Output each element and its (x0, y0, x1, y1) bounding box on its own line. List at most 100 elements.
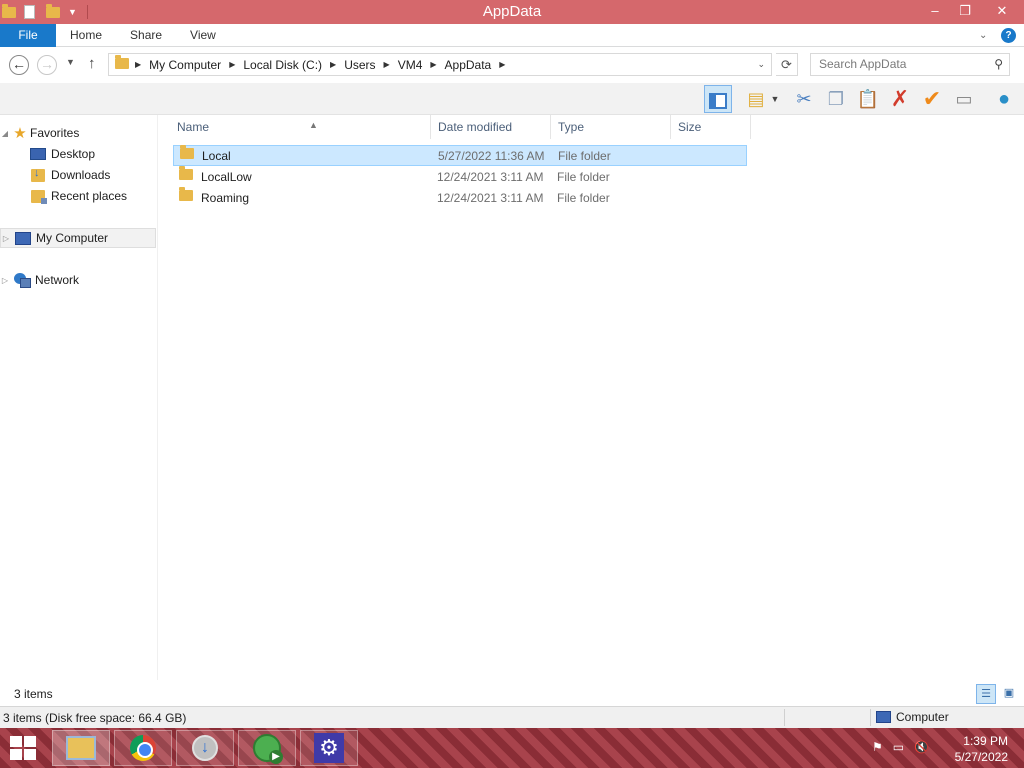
details-view-icon: ☰ (981, 688, 991, 700)
properties-button[interactable]: ▭ (950, 85, 978, 113)
search-input[interactable]: Search AppData ⚲ (810, 53, 1010, 76)
volume-muted-icon[interactable]: 🔇 (914, 740, 929, 754)
file-type: File folder (557, 169, 610, 184)
clipboard-icon: 📋 (856, 89, 880, 109)
sidebar-item-recent-places[interactable]: Recent places (0, 186, 156, 206)
expand-chevron-icon[interactable]: ▷ (0, 276, 10, 285)
address-bar[interactable]: ▶ My Computer ▶ Local Disk (C:) ▶ Users … (108, 53, 772, 76)
location-label: Computer (896, 710, 949, 724)
start-button[interactable] (10, 736, 38, 760)
sidebar-item-label: Network (35, 273, 80, 287)
address-history-chevron-icon[interactable]: ⌄ (757, 59, 765, 70)
delete-x-icon: ✗ (890, 86, 910, 111)
refresh-button[interactable]: ⟳ (776, 53, 798, 76)
computer-icon (15, 231, 31, 245)
folder-options-dropdown[interactable]: ▼ (768, 85, 782, 113)
search-placeholder: Search AppData (819, 57, 907, 71)
clock-date: 5/27/2022 (954, 750, 1008, 764)
restore-button[interactable]: ❐ (950, 0, 980, 22)
copy-button[interactable]: ❐ (822, 85, 850, 113)
column-header-type[interactable]: Type (552, 115, 671, 139)
delete-button[interactable]: ✗ (886, 85, 914, 113)
column-header-label: Size (678, 120, 702, 134)
downloads-icon (31, 167, 45, 182)
breadcrumb-appdata[interactable]: AppData (445, 58, 492, 72)
table-row[interactable]: Roaming 12/24/2021 3:11 AM File folder (173, 187, 747, 208)
breadcrumb-separator-icon[interactable]: ▶ (229, 60, 235, 69)
network-status-icon[interactable]: ▭ (893, 740, 904, 754)
taskbar-settings[interactable]: ⚙ (300, 730, 358, 766)
column-header-name[interactable]: Name ▲ (171, 115, 431, 139)
breadcrumb-separator-icon[interactable]: ▶ (384, 60, 390, 69)
back-button[interactable]: ← (9, 55, 29, 75)
column-header-size[interactable]: Size (672, 115, 751, 139)
column-header-date-modified[interactable]: Date modified (432, 115, 551, 139)
help-icon[interactable]: ? (1001, 28, 1016, 43)
network-icon (14, 273, 31, 288)
rename-button[interactable]: ✔ (918, 85, 946, 113)
sidebar-item-downloads[interactable]: Downloads (0, 165, 156, 185)
breadcrumb-vm4[interactable]: VM4 (398, 58, 423, 72)
clock[interactable]: 1:39 PM 5/27/2022 (955, 733, 1008, 765)
window-title: AppData (482, 3, 542, 20)
taskbar-file-explorer[interactable] (52, 730, 110, 766)
breadcrumb-separator-icon[interactable]: ▶ (330, 60, 336, 69)
breadcrumb-my-computer[interactable]: My Computer (149, 58, 221, 72)
tab-home[interactable]: Home (56, 24, 116, 47)
action-center-flag-icon[interactable]: ⚑ (872, 740, 883, 754)
quick-access-toolbar: ▼ (0, 0, 88, 24)
breadcrumb-local-disk[interactable]: Local Disk (C:) (243, 58, 322, 72)
table-row[interactable]: LocalLow 12/24/2021 3:11 AM File folder (173, 166, 747, 187)
sidebar-item-label: Favorites (30, 126, 80, 140)
tab-view[interactable]: View (176, 24, 230, 47)
sidebar-item-label: Downloads (51, 168, 111, 182)
expand-ribbon-chevron-icon[interactable]: ⌄ (979, 30, 991, 42)
folder-options-button[interactable]: ▤ (742, 85, 770, 113)
navigation-pane: ◢ ★ Favorites Desktop Downloads Recent p… (0, 115, 158, 680)
tab-file[interactable]: File (0, 23, 56, 47)
breadcrumb-separator-icon[interactable]: ▶ (499, 60, 505, 69)
breadcrumb-separator-icon[interactable]: ▶ (430, 60, 436, 69)
folder-icon[interactable] (2, 4, 18, 20)
minimize-button[interactable]: – (920, 0, 950, 22)
title-bar: ▼ AppData – ❐ ✕ (0, 0, 1024, 24)
sidebar-item-network[interactable]: ▷ Network (0, 270, 156, 290)
paste-button[interactable]: 📋 (854, 85, 882, 113)
star-icon: ★ (13, 125, 27, 142)
large-icons-view-button[interactable]: ▣ (999, 684, 1019, 704)
file-name: Local (202, 148, 231, 163)
details-view-button[interactable]: ☰ (976, 684, 996, 704)
search-icon[interactable]: ⚲ (994, 54, 1003, 75)
cut-button[interactable]: ✂ (790, 85, 818, 113)
properties-icon[interactable] (24, 4, 40, 20)
web-button[interactable]: ● (990, 85, 1018, 113)
preview-pane-button[interactable] (704, 85, 732, 113)
tab-share[interactable]: Share (116, 24, 176, 47)
recent-locations-chevron-icon[interactable]: ▼ (66, 57, 75, 67)
date-modified: 12/24/2021 3:11 AM (437, 169, 544, 184)
forward-button[interactable]: → (37, 55, 57, 75)
sidebar-item-desktop[interactable]: Desktop (0, 144, 156, 164)
date-modified: 5/27/2022 11:36 AM (438, 148, 545, 163)
sidebar-item-my-computer[interactable]: ▷ My Computer (0, 228, 156, 248)
close-button[interactable]: ✕ (980, 0, 1024, 22)
breadcrumb-users[interactable]: Users (344, 58, 375, 72)
sidebar-item-favorites[interactable]: ◢ ★ Favorites (0, 123, 156, 143)
breadcrumb-separator-icon[interactable]: ▶ (135, 60, 141, 69)
item-count: 3 items (14, 687, 53, 701)
gear-icon: ⚙ (314, 733, 344, 763)
computer-icon (876, 711, 891, 723)
details-status-bar: 3 items (Disk free space: 66.4 GB) Compu… (0, 706, 1024, 728)
folder-icon (180, 145, 194, 159)
expand-chevron-icon[interactable]: ▷ (1, 234, 11, 243)
taskbar-chrome[interactable] (114, 730, 172, 766)
globe-icon: ● (997, 88, 1011, 110)
customize-quick-access-chevron-icon[interactable]: ▼ (68, 7, 77, 17)
taskbar-installer[interactable] (176, 730, 234, 766)
up-button[interactable]: ↑ (88, 55, 96, 72)
file-explorer-icon (66, 736, 96, 760)
table-row[interactable]: Local 5/27/2022 11:36 AM File folder (173, 145, 747, 166)
collapse-chevron-icon[interactable]: ◢ (0, 129, 10, 138)
new-folder-icon[interactable] (46, 4, 62, 20)
taskbar-media-app[interactable] (238, 730, 296, 766)
